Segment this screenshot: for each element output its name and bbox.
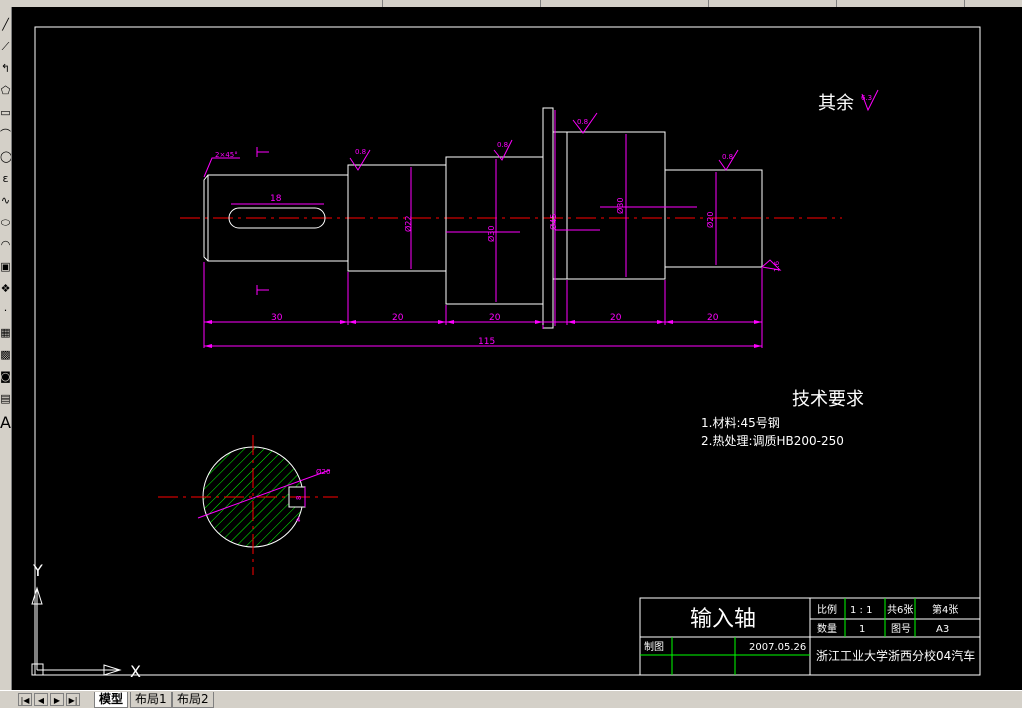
roughness-other-label: 其余	[818, 93, 854, 114]
length-dim-1: 30	[271, 313, 283, 323]
ucs-y-label: Y	[32, 561, 43, 580]
point-icon[interactable]: ·	[0, 301, 11, 321]
organization: 浙江工业大学浙西分校04汽车	[816, 648, 975, 663]
next-tab-icon[interactable]: ▶	[50, 693, 64, 706]
circle-icon[interactable]: ◯	[0, 147, 11, 167]
polyline-icon[interactable]: ↰	[0, 59, 11, 79]
make-block-icon[interactable]: ❖	[0, 279, 11, 299]
insert-block-icon[interactable]: ▣	[0, 257, 11, 277]
table-icon[interactable]: ▤	[0, 389, 11, 409]
tech-req-item-1: 1.材料:45号钢	[701, 416, 780, 430]
tab-layout2[interactable]: 布局2	[172, 692, 214, 708]
standard-toolbar[interactable]	[0, 0, 383, 7]
roughness-2: 0.8	[497, 141, 508, 149]
drawn-label: 制图	[644, 640, 664, 653]
roughness-1: 0.8	[355, 148, 366, 156]
chamfer-dim: 2×45°	[215, 151, 238, 159]
qty-value: 1	[859, 624, 865, 635]
lineweight-dropdown[interactable]	[840, 0, 965, 7]
sheet-no: 第4张	[932, 603, 958, 616]
length-dim-4: 20	[610, 313, 622, 323]
hatch-icon[interactable]: ▦	[0, 323, 11, 343]
layer-dropdown[interactable]	[384, 0, 541, 7]
scale-label: 比例	[817, 603, 837, 616]
tech-req-item-2: 2.热处理:调质HB200-250	[701, 434, 844, 448]
tab-layout1[interactable]: 布局1	[130, 692, 172, 708]
section-dim-dia: Ø20	[316, 468, 330, 476]
tab-model[interactable]: 模型	[94, 692, 129, 708]
mtext-icon[interactable]: A	[0, 413, 11, 433]
section-dim-depth: 4	[296, 516, 301, 524]
diameter-dim-5: Ø20	[705, 212, 715, 228]
sheet-border	[34, 26, 981, 676]
diameter-dim-1: Ø22	[403, 216, 413, 232]
roughness-4: 0.8	[722, 153, 733, 161]
diameter-dim-2: Ø30	[486, 226, 496, 242]
revcloud-icon[interactable]: ε	[0, 169, 11, 189]
drawing-no-value: A3	[936, 624, 949, 635]
arc-icon[interactable]: ⌒	[0, 125, 11, 145]
color-dropdown[interactable]	[542, 0, 709, 7]
draw-toolbar: ╱ ⟋ ↰ ⬠ ▭ ⌒ ◯ ε ∿ ⬭ ◠ ▣ ❖ · ▦ ▩ ◙ ▤ A	[0, 7, 12, 690]
length-dim-2: 20	[392, 313, 404, 323]
section-view: Ø20 8 4	[158, 435, 338, 575]
ellipse-icon[interactable]: ⬭	[0, 213, 11, 233]
overall-length-dim: 115	[478, 337, 495, 347]
keyway-length-dim: 18	[270, 194, 282, 204]
model-space-canvas[interactable]: 18 2×45° 30 20 20 20 20 115 Ø22 Ø30 Ø45 …	[12, 7, 1022, 690]
layout-tab-bar: |◀ ◀ ▶ ▶| 模型 布局1 布局2	[0, 690, 1022, 708]
drawing-no-label: 图号	[891, 623, 911, 635]
xline-icon[interactable]: ⟋	[0, 37, 11, 57]
length-dim-5: 20	[707, 313, 719, 323]
diameter-dim-3: Ø45	[548, 214, 558, 230]
last-tab-icon[interactable]: ▶|	[66, 693, 80, 706]
drawing-svg: 18 2×45° 30 20 20 20 20 115 Ø22 Ø30 Ø45 …	[31, 26, 981, 681]
dimension-text: 18 2×45° 30 20 20 20 20 115 Ø22 Ø30 Ø45 …	[215, 94, 872, 347]
ellipse-arc-icon[interactable]: ◠	[0, 235, 11, 255]
roughness-other-value: 6.3	[861, 94, 872, 102]
scale-value: 1 : 1	[850, 605, 872, 616]
polygon-icon[interactable]: ⬠	[0, 81, 11, 101]
drawn-date: 2007.05.26	[749, 642, 806, 653]
roughness-3: 0.8	[577, 118, 588, 126]
prev-tab-icon[interactable]: ◀	[34, 693, 48, 706]
ucs-icon	[31, 586, 122, 676]
runout-tol: 1.6	[773, 260, 781, 272]
part-name: 输入轴	[690, 607, 756, 632]
tech-req-title: 技术要求	[792, 389, 864, 410]
section-dim-width: 8	[295, 496, 303, 500]
linetype-dropdown[interactable]	[710, 0, 837, 7]
rectangle-icon[interactable]: ▭	[0, 103, 11, 123]
line-icon[interactable]: ╱	[0, 15, 11, 35]
first-tab-icon[interactable]: |◀	[18, 693, 32, 706]
dimension-lines	[203, 89, 879, 348]
gradient-icon[interactable]: ▩	[0, 345, 11, 365]
qty-label: 数量	[817, 622, 837, 635]
total-sheets: 共6张	[887, 604, 913, 616]
length-dim-3: 20	[489, 313, 501, 323]
diameter-dim-4: Ø30	[615, 198, 625, 214]
region-icon[interactable]: ◙	[0, 367, 11, 387]
ucs-x-label: X	[130, 662, 141, 681]
spline-icon[interactable]: ∿	[0, 191, 11, 211]
